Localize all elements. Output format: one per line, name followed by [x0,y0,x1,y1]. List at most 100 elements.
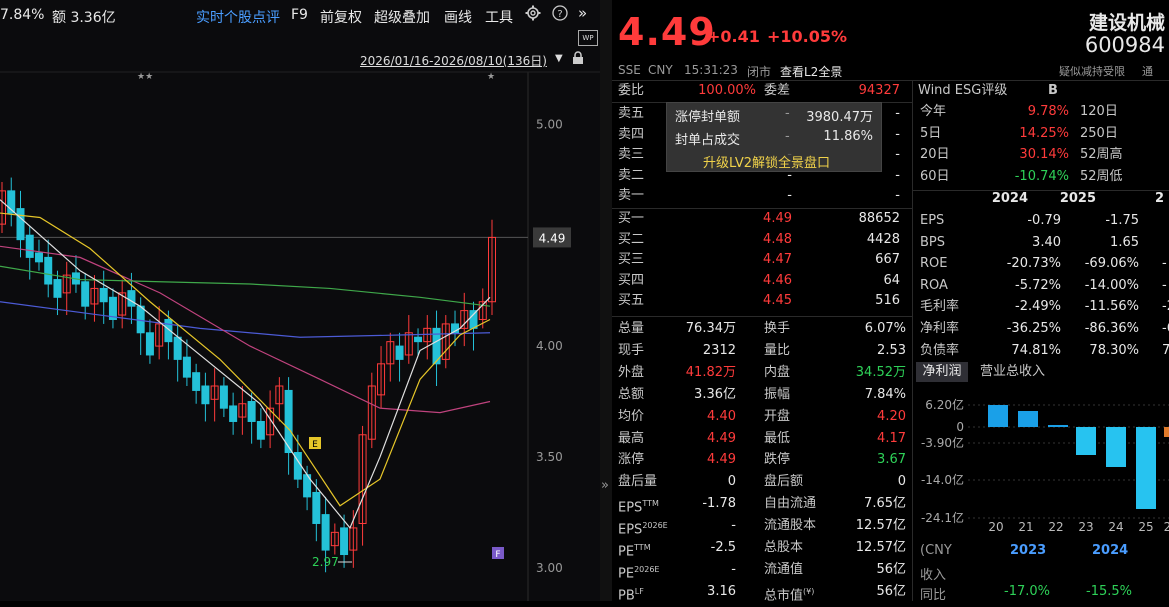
date-range-selector[interactable]: 2026/01/16-2026/08/10(136日) [360,52,547,69]
tab-revenue[interactable]: 营业总收入 [980,362,1045,382]
candle [386,332,395,382]
mini-bar [1048,425,1068,427]
exchange: SSE [618,63,641,77]
mini-bar [1018,411,1038,427]
mini-x-tick: 22 [1048,520,1063,534]
collapse-right-icon[interactable]: » [578,4,587,22]
candle [192,363,201,404]
mini-y-tick: -14.0亿 [921,472,964,487]
svg-text:F: F [495,550,500,560]
finance-row: 负债率 74.81% 78.30% 7 [920,342,1169,358]
upgrade-l2-link[interactable]: 升级LV2解锁全景盘口 [703,152,830,171]
restriction-note: 疑似减持受限 [1059,65,1125,78]
revenue-label: 收入 [920,568,947,583]
amplitude-readout: 7.84% [0,7,45,23]
draw-line-button[interactable]: 画线 [444,7,472,27]
bottom-year-a: 2023 [1010,543,1047,558]
bid-row[interactable]: 买五 4.45 516 [612,290,912,312]
mini-bar [1106,427,1126,467]
event-star: ★ [487,72,496,82]
candle [210,368,219,422]
overlay-button[interactable]: 超级叠加 [374,7,430,27]
stock-comment-button[interactable]: 实时个股点评 [196,7,280,27]
mini-bar [988,405,1008,427]
candle [16,190,25,258]
candle [367,372,376,449]
wp-icon[interactable]: WP [578,30,598,46]
candle [432,310,441,386]
settings-icon[interactable] [525,5,541,25]
stat-row: PE2026E - 流通值 56亿 [618,561,906,582]
stat-row: EPS2026E - 流通股本 12.57亿 [618,518,906,538]
stat-row: 总额 3.36亿 振幅 7.84% [618,386,906,402]
adjust-mode-button[interactable]: 前复权 [320,7,362,27]
stock-name: 建设机械 [1088,12,1165,34]
mini-bar [1164,427,1169,437]
esg-grade: B [1048,83,1058,98]
finance-header: 2024 2025 2 [991,191,1164,206]
f9-button[interactable]: F9 [291,7,308,23]
candle [164,310,173,360]
bottom-year-b: 2024 [1092,543,1129,558]
candle [414,328,423,355]
ma-line-white [0,199,491,530]
stat-row: 涨停 4.49 跌停 3.67 [618,452,906,468]
kline-chart[interactable]: 5.00 4.49 4.00 3.50 3.00 E F 2.97 [0,0,600,601]
stat-row: 均价 4.40 开盘 4.20 [618,408,906,424]
ma-line-blue [0,301,491,338]
mini-bar [1136,427,1156,509]
mini-x-tick: 26Q [1164,520,1169,534]
l2-link[interactable]: 查看L2全景 [780,63,842,80]
finance-row: 净利率-36.25%-86.36%-6 [920,321,1169,336]
low-price-label: 2.97 [312,555,339,569]
lock-icon[interactable] [572,50,584,69]
candle [0,182,6,233]
candle [256,408,265,449]
mini-x-tick: 23 [1078,520,1093,534]
price-change: +0.41 [707,27,760,46]
bid-row[interactable]: 买四 4.46 64 [612,270,912,292]
price-tick-label: 3.50 [536,450,563,464]
help-icon[interactable]: ? [552,5,568,25]
mini-x-tick: 21 [1018,520,1033,534]
marker-e: E [309,437,321,450]
yoy-label: 同比 [920,588,947,603]
mini-y-tick: 0 [956,420,964,434]
marker-f: F [492,547,504,560]
currency-label: (CNY [920,543,952,558]
mini-y-tick: -3.90亿 [921,435,964,450]
stat-row: 盘后量 0 盘后额 0 [618,474,906,490]
candle [7,177,16,227]
seal-amount-value: 3980.47万 [806,110,873,125]
bid-row[interactable]: 买一 4.49 88652 [612,208,912,230]
candle [275,377,284,422]
candle [441,315,450,369]
candle [340,514,349,568]
candle [71,255,80,293]
candle [312,479,321,542]
panel-splitter[interactable]: » [600,0,612,601]
stock-code: 600984 [1084,33,1165,57]
bid-row[interactable]: 买三 4.47 667 [612,249,912,271]
esg-label: Wind ESG评级 [918,83,1008,98]
stat-row: 总量 76.34万 换手 6.07% [618,321,906,336]
candle [118,279,127,329]
candle [358,425,367,546]
restriction-note-2: 通 [1142,65,1153,78]
date-range-dropdown-icon[interactable]: ▼ [555,53,563,64]
bid-row[interactable]: 买二 4.48 4428 [612,229,912,251]
ask-row[interactable]: 卖一 - - [612,185,912,207]
tools-button[interactable]: 工具 [485,7,513,27]
stat-row: 现手 2312 量比 2.53 [618,342,906,358]
last-price: 4.49 [618,10,716,54]
mini-bar [1076,427,1096,455]
seal-ratio-label: 封单占成交 [675,133,741,148]
candle [423,315,432,360]
price-tick-label: 4.49 [539,231,566,245]
candle [136,297,145,355]
expand-icon[interactable]: » [601,478,609,493]
finance-row: ROE -20.73% -69.06% - [920,256,1167,272]
candle [377,346,386,409]
candle [404,315,413,364]
tab-net-profit[interactable]: 净利润 [916,362,968,382]
